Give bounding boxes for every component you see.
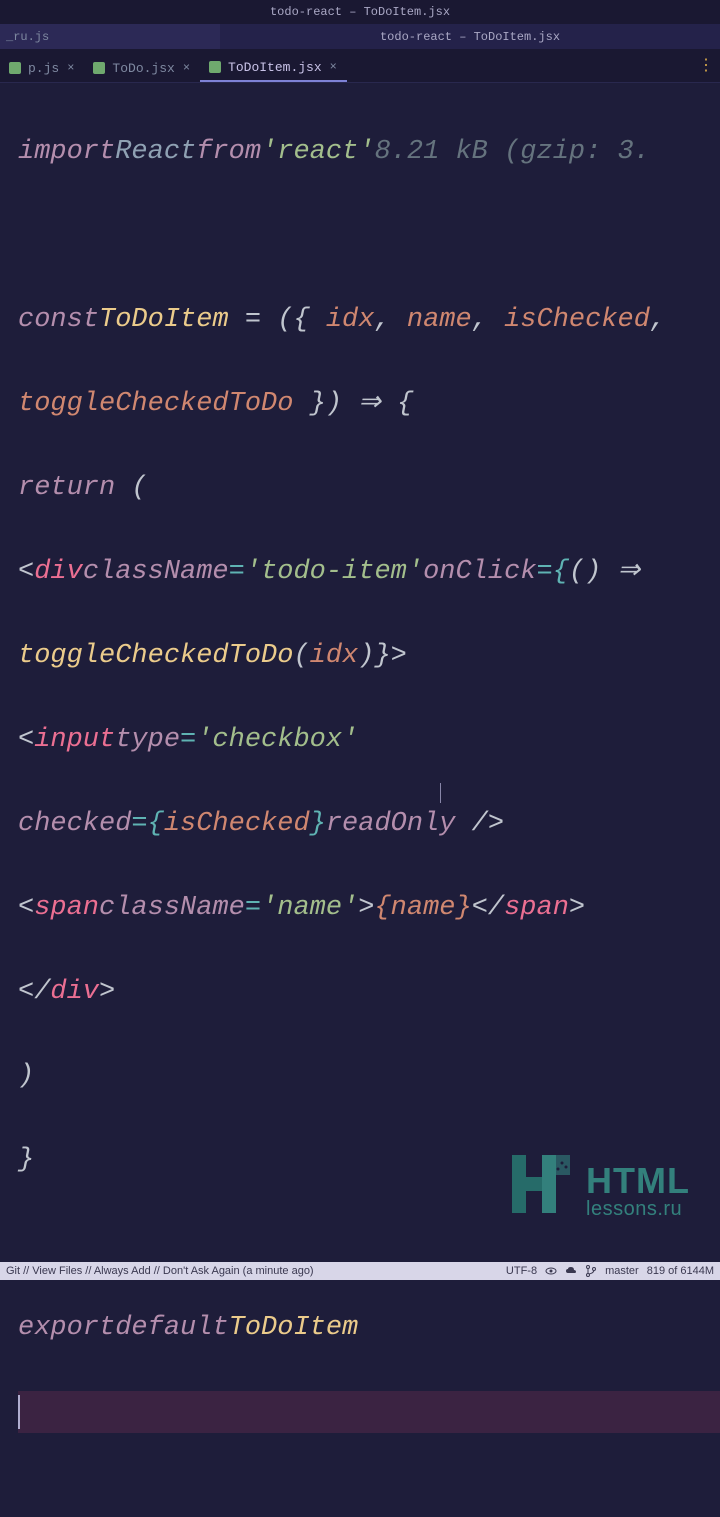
tab-label: ToDoItem.jsx bbox=[228, 60, 322, 75]
watermark-logo: HTML lessons.ru bbox=[506, 1149, 690, 1219]
secondary-caret bbox=[440, 783, 441, 803]
bundle-size-hint: 8.21 kB (gzip: 3. bbox=[374, 131, 649, 173]
status-message[interactable]: Git // View Files // Always Add // Don't… bbox=[6, 1265, 498, 1277]
text-caret bbox=[18, 1395, 20, 1429]
html-lessons-logo-icon bbox=[506, 1149, 574, 1219]
window-titlebar: todo-react – ToDoItem.jsx bbox=[0, 0, 720, 24]
tab-label: p.js bbox=[28, 61, 59, 76]
tab-app-js[interactable]: p.js × bbox=[0, 54, 84, 82]
window-title: todo-react – ToDoItem.jsx bbox=[270, 5, 450, 19]
watermark-text-small: lessons.ru bbox=[586, 1199, 690, 1219]
current-line-highlight bbox=[18, 1391, 720, 1433]
code-editor[interactable]: import React from 'react' 8.21 kB (gzip:… bbox=[0, 83, 720, 1259]
status-memory[interactable]: 819 of 6144M bbox=[647, 1265, 714, 1277]
close-icon[interactable]: × bbox=[181, 61, 192, 75]
close-icon[interactable]: × bbox=[328, 60, 339, 74]
eye-icon[interactable] bbox=[545, 1265, 557, 1277]
git-branch-icon bbox=[585, 1265, 597, 1277]
status-branch[interactable]: master bbox=[605, 1265, 639, 1277]
tab-todo-jsx[interactable]: ToDo.jsx × bbox=[84, 54, 200, 82]
editor-topbar: _ru.js todo-react – ToDoItem.jsx bbox=[0, 24, 720, 49]
topbar-left-label: _ru.js bbox=[6, 30, 49, 44]
close-icon[interactable]: × bbox=[65, 61, 76, 75]
cloud-icon[interactable] bbox=[565, 1265, 577, 1277]
jsx-file-icon bbox=[208, 60, 222, 74]
tab-label: ToDo.jsx bbox=[112, 61, 174, 76]
tab-bar: p.js × ToDo.jsx × ToDoItem.jsx × ⋮ bbox=[0, 49, 720, 83]
topbar-center-title: todo-react – ToDoItem.jsx bbox=[220, 30, 720, 44]
code-content: import React from 'react' 8.21 kB (gzip:… bbox=[0, 89, 720, 1517]
jsx-file-icon bbox=[92, 61, 106, 75]
tab-todoitem-jsx[interactable]: ToDoItem.jsx × bbox=[200, 54, 347, 82]
status-bar: Git // View Files // Always Add // Don't… bbox=[0, 1262, 720, 1280]
watermark-text-big: HTML bbox=[586, 1163, 690, 1199]
topbar-left-tab[interactable]: _ru.js bbox=[0, 24, 220, 49]
js-file-icon bbox=[8, 61, 22, 75]
status-encoding[interactable]: UTF-8 bbox=[506, 1265, 537, 1277]
more-menu-icon[interactable]: ⋮ bbox=[698, 55, 714, 75]
